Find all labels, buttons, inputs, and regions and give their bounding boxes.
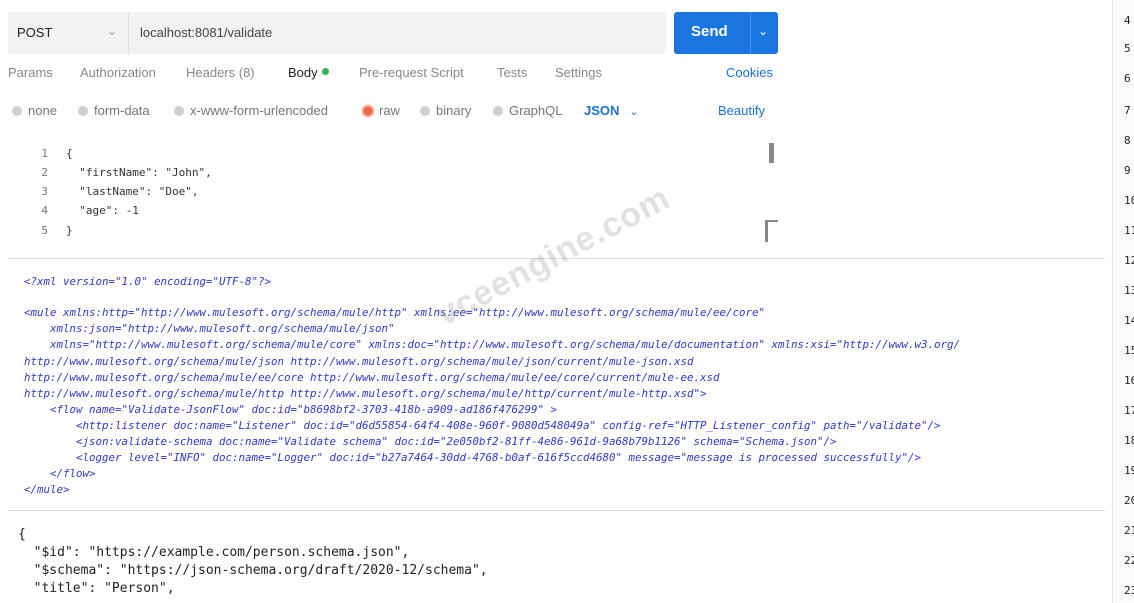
line-number: 3 xyxy=(41,185,48,198)
chevron-down-icon[interactable]: ⌄ xyxy=(758,24,768,38)
beautify-button[interactable]: Beautify xyxy=(718,103,765,118)
gutter-number: 16 xyxy=(1124,374,1134,387)
radio-form-data[interactable]: form-data xyxy=(78,103,150,118)
radio-label: x-www-form-urlencoded xyxy=(190,103,328,118)
divider xyxy=(8,510,1105,511)
format-label: JSON xyxy=(584,103,620,118)
radio-label: form-data xyxy=(94,103,150,118)
gutter-number: 21 xyxy=(1124,524,1134,537)
radio-icon xyxy=(174,105,184,116)
tab-body-label: Body xyxy=(288,65,318,80)
tab-headers[interactable]: Headers (8) xyxy=(186,65,255,80)
request-bar: POST ⌄ localhost:8081/validate xyxy=(8,12,666,54)
gutter-number: 5 xyxy=(1124,42,1131,55)
xml-line: <json:validate-schema doc:name="Validate… xyxy=(24,435,837,448)
gutter-number: 20 xyxy=(1124,494,1134,507)
code-line: { xyxy=(66,147,73,160)
xml-line: <mule xmlns:http="http://www.mulesoft.or… xyxy=(24,306,766,319)
xml-line: xmlns="http://www.mulesoft.org/schema/mu… xyxy=(24,338,961,351)
gutter-number: 9 xyxy=(1124,164,1131,177)
chevron-down-icon: ⌄ xyxy=(107,24,118,38)
tab-tests[interactable]: Tests xyxy=(497,65,527,80)
radio-label: raw xyxy=(379,103,400,118)
gutter-number: 8 xyxy=(1124,134,1131,147)
chevron-down-icon: ⌄ xyxy=(629,106,639,118)
code-line: } xyxy=(66,224,73,237)
tab-body[interactable]: Body xyxy=(288,65,329,80)
radio-label: GraphQL xyxy=(509,103,563,118)
radio-selected-icon xyxy=(363,105,373,116)
radio-icon xyxy=(420,105,430,116)
radio-raw[interactable]: raw xyxy=(363,103,400,118)
divider xyxy=(128,12,129,54)
tab-pre-request-script[interactable]: Pre-request Script xyxy=(359,65,464,80)
gutter-number: 10 xyxy=(1124,194,1134,207)
radio-label: none xyxy=(28,103,57,118)
gutter-number: 18 xyxy=(1124,434,1134,447)
gutter-number: 17 xyxy=(1124,404,1134,417)
xml-line: <?xml version="1.0" encoding="UTF-8"?> xyxy=(24,275,272,288)
gutter-number: 19 xyxy=(1124,464,1134,477)
scrollbar-thumb[interactable] xyxy=(769,143,774,163)
xml-line: <logger level="INFO" doc:name="Logger" d… xyxy=(24,451,922,464)
xml-line: <flow name="Validate-JsonFlow" doc:id="b… xyxy=(24,403,558,416)
xml-line: http://www.mulesoft.org/schema/mule/http… xyxy=(24,387,707,400)
xml-line: xmlns:json="http://www.mulesoft.org/sche… xyxy=(24,322,395,335)
status-dot-icon xyxy=(321,68,329,75)
gutter-number: 4 xyxy=(1124,14,1131,27)
radio-binary[interactable]: binary xyxy=(420,103,471,118)
send-button[interactable]: Send ⌄ xyxy=(674,12,778,54)
text-cursor-icon xyxy=(765,220,778,242)
line-number-gutter: 4 5 6 7 8 9 10 11 12 13 14 15 16 17 18 1… xyxy=(1112,0,1134,603)
send-label: Send xyxy=(691,23,728,40)
gutter-number: 6 xyxy=(1124,72,1131,85)
code-line: "age": -1 xyxy=(66,204,139,217)
radio-label: binary xyxy=(436,103,472,118)
xml-line: http://www.mulesoft.org/schema/mule/ee/c… xyxy=(24,371,720,384)
gutter-number: 23 xyxy=(1124,584,1134,597)
radio-none[interactable]: none xyxy=(12,103,57,118)
radio-icon xyxy=(12,105,22,116)
method-label: POST xyxy=(17,25,53,40)
radio-icon xyxy=(78,105,88,116)
radio-graphql[interactable]: GraphQL xyxy=(493,103,562,118)
radio-urlencoded[interactable]: x-www-form-urlencoded xyxy=(174,103,328,118)
gutter-number: 15 xyxy=(1124,344,1134,357)
line-number: 1 xyxy=(41,147,48,160)
gutter-number: 12 xyxy=(1124,254,1134,267)
schema-line: "title": "Person", xyxy=(18,581,175,596)
schema-line: { xyxy=(18,527,26,542)
gutter-number: 13 xyxy=(1124,284,1134,297)
gutter-number: 7 xyxy=(1124,104,1131,117)
cookies-link[interactable]: Cookies xyxy=(726,65,773,80)
url-input[interactable]: localhost:8081/validate xyxy=(140,25,272,40)
radio-icon xyxy=(493,105,503,116)
xml-line: </mule> xyxy=(24,483,70,496)
method-select[interactable]: POST ⌄ xyxy=(8,12,128,54)
gutter-number: 11 xyxy=(1124,224,1134,237)
divider xyxy=(750,12,751,54)
gutter-number: 22 xyxy=(1124,554,1134,567)
tab-settings[interactable]: Settings xyxy=(555,65,602,80)
gutter-number: 14 xyxy=(1124,314,1134,327)
line-number: 4 xyxy=(41,204,48,217)
xml-line: http://www.mulesoft.org/schema/mule/json… xyxy=(24,355,694,368)
code-line: "lastName": "Doe", xyxy=(66,185,199,198)
line-number: 2 xyxy=(41,166,48,179)
schema-line: "$id": "https://example.com/person.schem… xyxy=(18,545,410,560)
xml-line: </flow> xyxy=(24,467,96,480)
tab-authorization[interactable]: Authorization xyxy=(80,65,156,80)
code-line: "firstName": "John", xyxy=(66,166,212,179)
schema-line: "$schema": "https://json-schema.org/draf… xyxy=(18,563,488,578)
format-dropdown[interactable]: JSON ⌄ xyxy=(584,103,639,118)
tab-params[interactable]: Params xyxy=(8,65,53,80)
xml-line: <http:listener doc:name="Listener" doc:i… xyxy=(24,419,941,432)
line-number: 5 xyxy=(41,224,48,237)
